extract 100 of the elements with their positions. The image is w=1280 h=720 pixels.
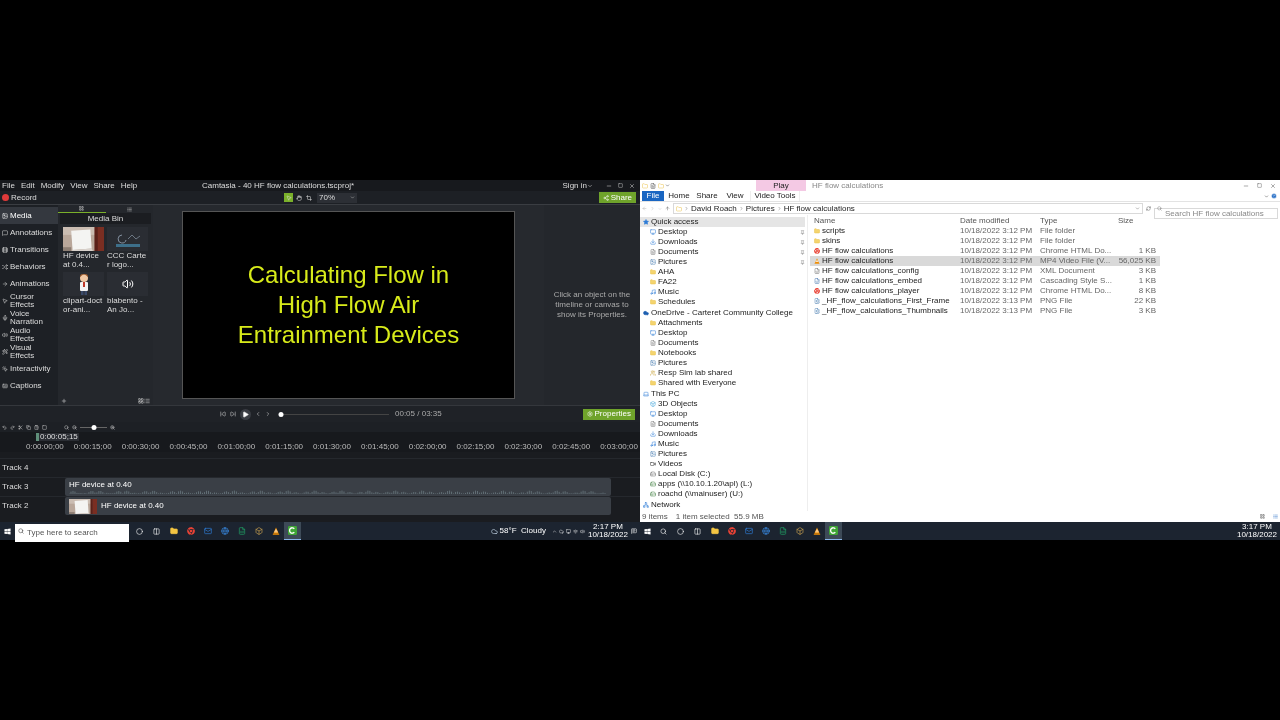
nav-item[interactable]: Downloads bbox=[640, 237, 798, 248]
sidebar-item[interactable]: Captions bbox=[0, 377, 58, 394]
address-bar[interactable]: David Roach Pictures HF flow calculations bbox=[673, 203, 1143, 215]
copy-icon[interactable] bbox=[26, 424, 31, 430]
sidebar-item[interactable]: Media bbox=[0, 207, 58, 224]
nav-item[interactable]: Desktop bbox=[640, 227, 798, 238]
list-icon[interactable] bbox=[144, 398, 150, 404]
crop-tool[interactable] bbox=[304, 193, 313, 202]
file-row[interactable]: _HF_flow_calculations_Thumbnails 10/18/2022 3:13 PM PNG File 3 KB bbox=[810, 306, 1160, 317]
search-icon[interactable] bbox=[64, 424, 69, 430]
refresh-icon[interactable] bbox=[1146, 206, 1151, 212]
nav-item[interactable]: FA22 bbox=[640, 277, 805, 288]
nav-item[interactable]: apps (\\10.10.1.20\apl) (L:) bbox=[640, 479, 805, 490]
nav-item[interactable]: Documents bbox=[640, 338, 805, 349]
file-row[interactable]: HF flow calculations 10/18/2022 3:12 PM Chrome HTML Do... 1 KB bbox=[810, 246, 1160, 257]
nav-item[interactable]: This PC bbox=[640, 389, 805, 400]
search-field[interactable]: Search HF flow calculations bbox=[1154, 208, 1278, 220]
chrome-icon[interactable] bbox=[727, 527, 736, 535]
network-icon[interactable] bbox=[572, 528, 578, 534]
column-header[interactable]: Type bbox=[1040, 216, 1118, 225]
file-row[interactable]: skins 10/18/2022 3:12 PM File folder bbox=[810, 236, 1160, 247]
ribbon-tab[interactable]: View bbox=[722, 191, 748, 201]
undo-icon[interactable] bbox=[2, 424, 7, 430]
previous-icon[interactable] bbox=[255, 411, 261, 417]
column-header[interactable]: Date modified bbox=[960, 216, 1040, 225]
nav-item[interactable]: Pictures bbox=[640, 449, 805, 460]
nav-item[interactable]: Schedules bbox=[640, 297, 805, 308]
cone-icon[interactable] bbox=[812, 527, 821, 535]
spreadsheet-icon[interactable] bbox=[778, 527, 787, 535]
chrome-icon[interactable] bbox=[186, 527, 195, 535]
zoom-out-icon[interactable] bbox=[72, 424, 77, 430]
file-row[interactable]: scripts 10/18/2022 3:12 PM File folder bbox=[810, 226, 1160, 237]
nav-item[interactable]: Downloads bbox=[640, 429, 805, 440]
grid-icon[interactable] bbox=[138, 398, 144, 404]
box-icon[interactable] bbox=[795, 527, 804, 535]
scrubber-thumb[interactable] bbox=[278, 411, 284, 417]
close-icon[interactable] bbox=[1270, 182, 1276, 189]
sidebar-item[interactable]: Transitions bbox=[0, 241, 58, 258]
file-row[interactable]: HF flow calculations_embed 10/18/2022 3:12 PM Cascading Style S... 1 KB bbox=[810, 276, 1160, 287]
nav-item[interactable]: Local Disk (C:) bbox=[640, 469, 805, 480]
nav-item[interactable]: AHA bbox=[640, 267, 805, 278]
menu-item[interactable]: Help bbox=[120, 181, 138, 190]
clock[interactable]: 2:17 PM 10/18/2022 bbox=[587, 523, 628, 539]
cloud-icon[interactable] bbox=[558, 528, 564, 534]
notifications-icon[interactable] bbox=[631, 528, 637, 534]
nav-item[interactable]: Documents bbox=[640, 419, 805, 430]
spreadsheet-icon[interactable] bbox=[237, 527, 246, 535]
step-back-icon[interactable] bbox=[220, 411, 226, 417]
nav-item[interactable]: Notebooks bbox=[640, 348, 805, 359]
menu-item[interactable]: Edit bbox=[20, 181, 35, 190]
sidebar-item[interactable]: Cursor Effects bbox=[0, 292, 58, 309]
circle-icon[interactable] bbox=[677, 527, 684, 535]
playhead-time[interactable]: 0:00:05;15 bbox=[36, 433, 79, 441]
zoom-dropdown[interactable]: 70% bbox=[317, 192, 357, 203]
nav-item[interactable]: Documents bbox=[640, 247, 798, 258]
menu-item[interactable]: Modify bbox=[40, 181, 65, 190]
redo-icon[interactable] bbox=[10, 424, 15, 430]
sidebar-item[interactable]: Animations bbox=[0, 275, 58, 292]
zoom-thumb[interactable] bbox=[91, 424, 96, 430]
clock[interactable]: 3:17 PM 10/18/2022 bbox=[1236, 523, 1277, 539]
nav-item[interactable]: Quick access bbox=[640, 217, 805, 228]
maximize-icon[interactable] bbox=[1257, 183, 1262, 188]
menu-item[interactable]: File bbox=[2, 181, 15, 190]
up-icon[interactable] bbox=[665, 206, 670, 212]
globe-icon[interactable] bbox=[220, 527, 229, 535]
sidebar-item[interactable]: Behaviors bbox=[0, 258, 58, 275]
nav-item[interactable]: 3D Objects bbox=[640, 399, 805, 410]
pan-tool[interactable] bbox=[294, 193, 303, 202]
ribbon-tab[interactable]: Video Tools bbox=[750, 191, 800, 201]
next-icon[interactable] bbox=[265, 411, 271, 417]
ribbon-tab[interactable]: Home bbox=[666, 191, 692, 201]
monitor-icon[interactable] bbox=[565, 528, 571, 534]
file-row[interactable]: HF flow calculations 10/18/2022 3:12 PM MP4 Video File (V... 56,025 KB bbox=[810, 256, 1160, 267]
sidebar-item[interactable]: Voice Narration bbox=[0, 309, 58, 326]
ribbon-tab[interactable]: File bbox=[642, 191, 664, 201]
record-button[interactable]: Record bbox=[2, 193, 284, 202]
paste-icon[interactable] bbox=[34, 424, 39, 430]
details-view-icon[interactable] bbox=[1260, 514, 1265, 520]
play-button[interactable] bbox=[240, 408, 251, 420]
start-icon[interactable] bbox=[4, 527, 11, 535]
nav-item[interactable]: Music bbox=[640, 287, 805, 298]
audio-clip[interactable]: HF device at 0.40 bbox=[65, 478, 611, 496]
help-icon[interactable] bbox=[1271, 193, 1277, 199]
nav-item[interactable]: Videos bbox=[640, 459, 805, 470]
nav-item[interactable]: Resp Sim lab shared bbox=[640, 368, 805, 379]
folder-icon[interactable] bbox=[710, 527, 719, 535]
task-view-icon[interactable] bbox=[153, 527, 160, 535]
mail-icon[interactable] bbox=[744, 527, 753, 535]
breadcrumb[interactable]: Pictures bbox=[745, 204, 775, 213]
folder-icon[interactable] bbox=[169, 527, 178, 535]
sidebar-item[interactable]: Visual Effects bbox=[0, 343, 58, 360]
circle-icon[interactable] bbox=[136, 527, 143, 535]
nav-item[interactable]: Shared with Everyone bbox=[640, 378, 805, 389]
step-forward-icon[interactable] bbox=[230, 411, 236, 417]
file-row[interactable]: HF flow calculations_config 10/18/2022 3:12 PM XML Document 3 KB bbox=[810, 266, 1160, 277]
volume-icon[interactable] bbox=[579, 528, 585, 534]
column-header[interactable]: Name bbox=[810, 216, 960, 225]
sidebar-item[interactable]: Interactivity bbox=[0, 360, 58, 377]
nav-item[interactable]: roachd (\\mainuser) (U:) bbox=[640, 489, 805, 500]
nav-item[interactable]: Pictures bbox=[640, 358, 805, 369]
